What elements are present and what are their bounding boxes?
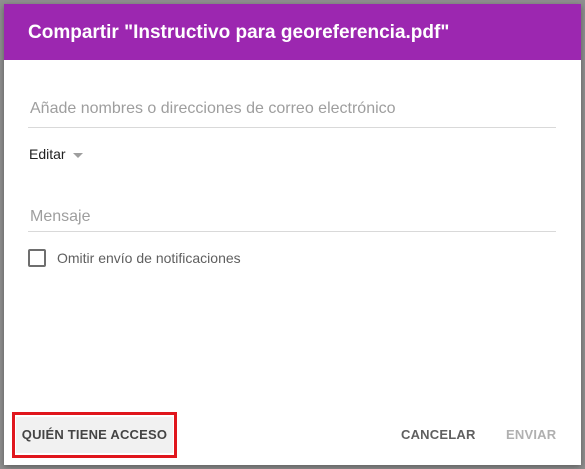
who-has-access-button[interactable]: QUIÉN TIENE ACCESO [16, 417, 173, 453]
dialog-header: Compartir "Instructivo para georeferenci… [4, 4, 581, 60]
share-dialog: Compartir "Instructivo para georeferenci… [4, 4, 581, 465]
cancel-button[interactable]: CANCELAR [391, 417, 486, 453]
dialog-title: Compartir "Instructivo para georeferenci… [28, 22, 450, 43]
skip-notifications-label: Omitir envío de notificaciones [57, 250, 241, 266]
caret-down-icon [72, 152, 83, 158]
permission-dropdown[interactable]: Editar [29, 144, 83, 164]
permission-label: Editar [29, 146, 66, 162]
recipients-input[interactable] [28, 90, 556, 128]
skip-notifications-checkbox[interactable] [28, 249, 46, 267]
message-input[interactable] [28, 202, 556, 232]
send-button[interactable]: ENVIAR [496, 417, 566, 453]
skip-notifications-option: Omitir envío de notificaciones [28, 248, 241, 268]
